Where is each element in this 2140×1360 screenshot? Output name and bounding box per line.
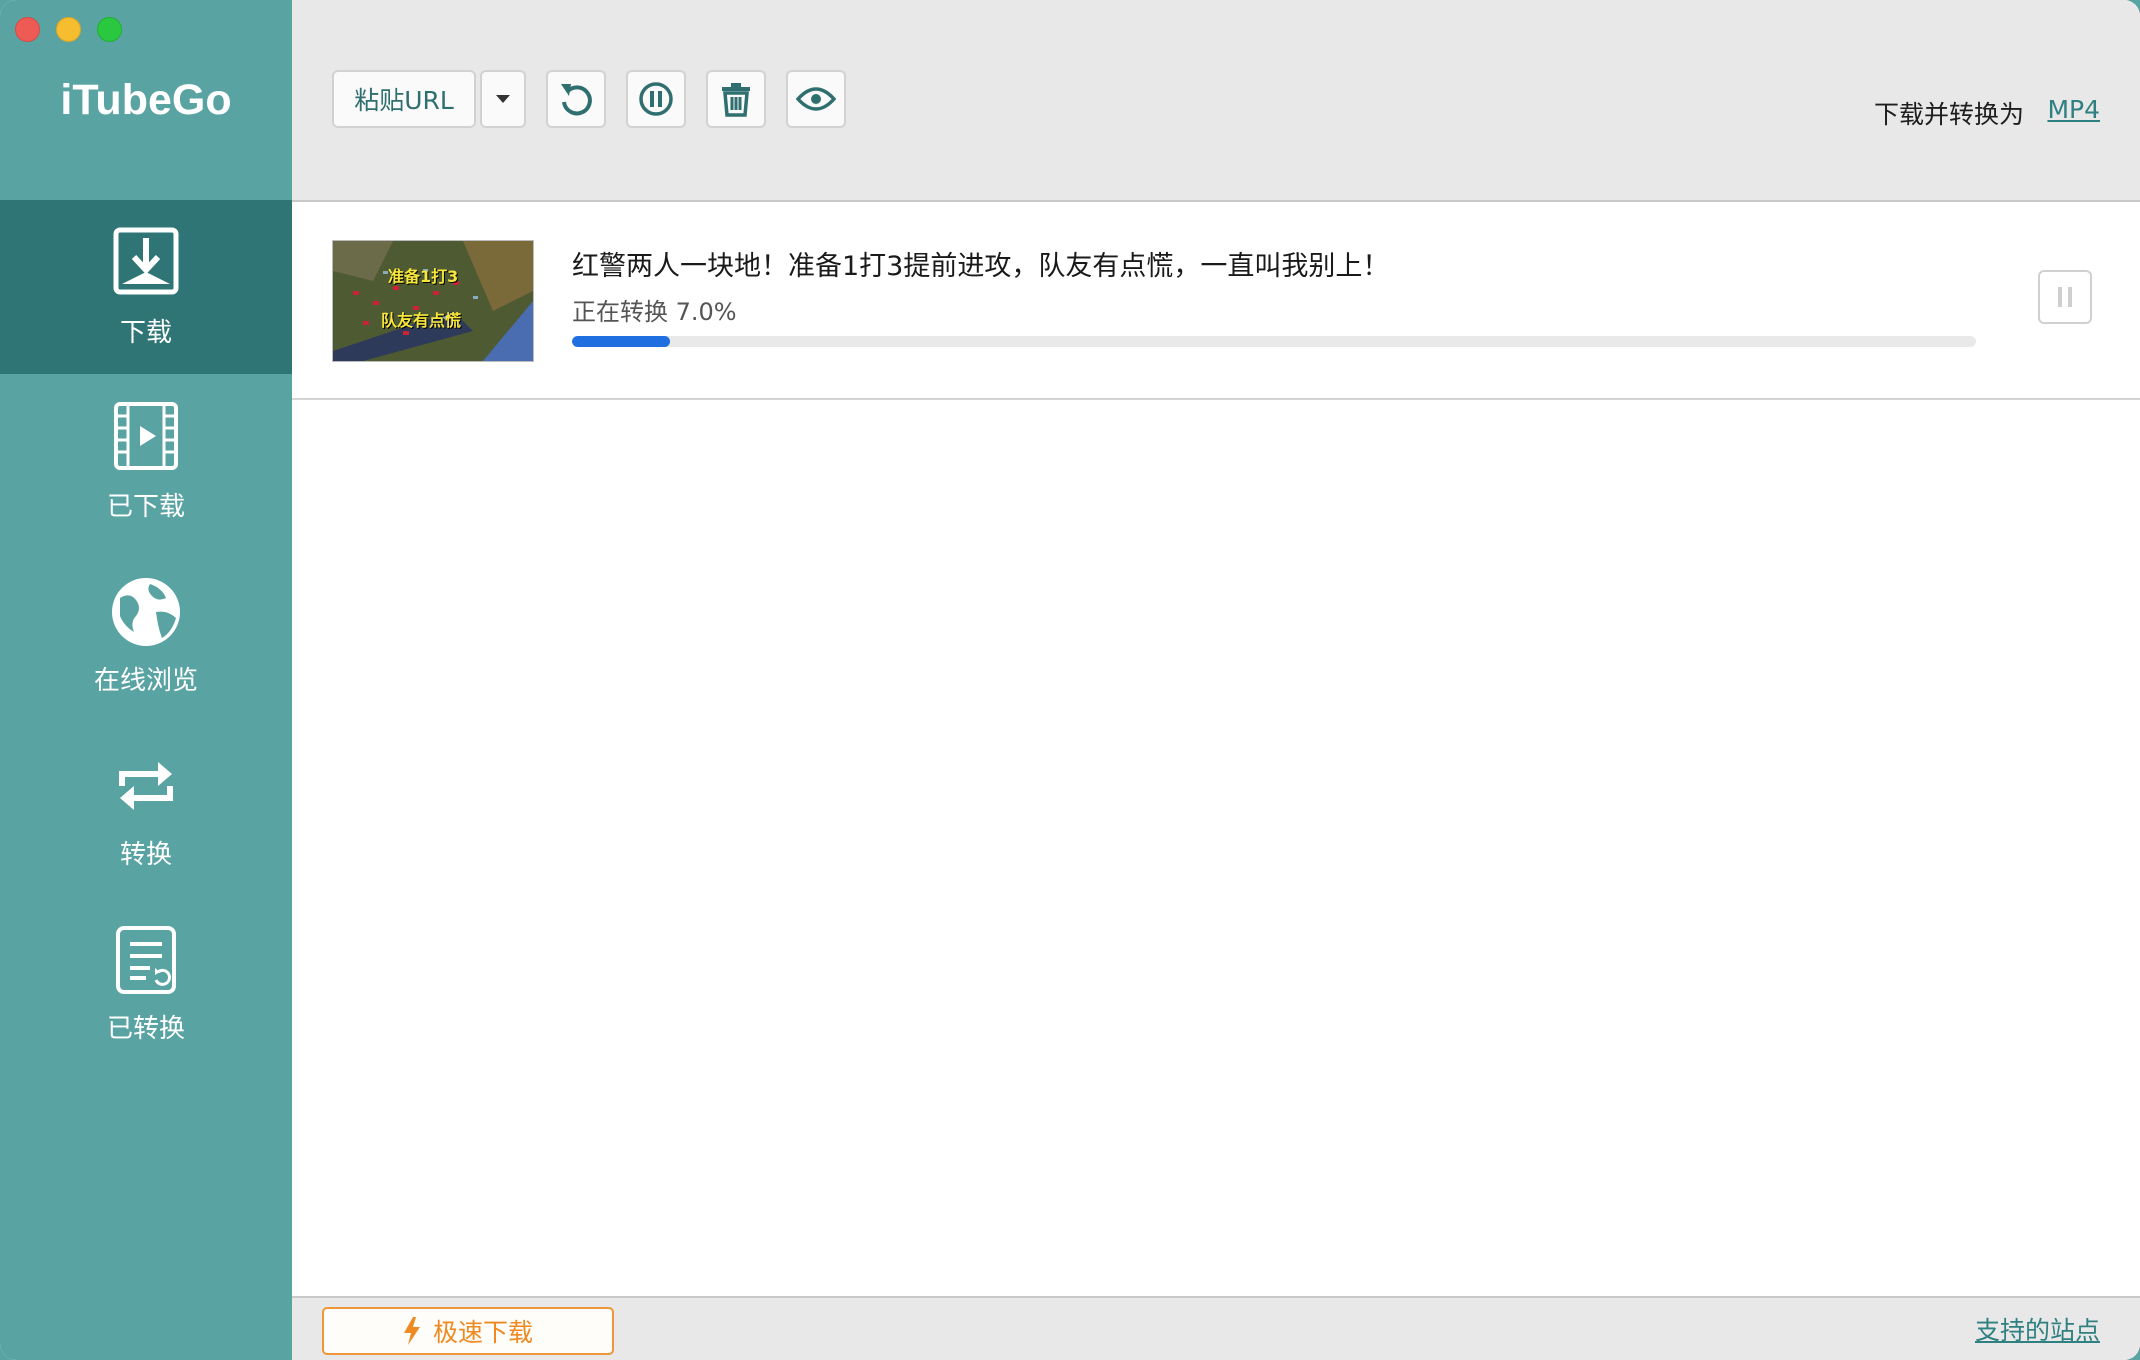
sidebar-item-label: 已转换: [106, 1014, 185, 1044]
progress-fill: [572, 336, 671, 347]
supported-sites-link[interactable]: 支持的站点: [1975, 1311, 2100, 1347]
video-file-icon: [114, 402, 178, 470]
sidebar-item-downloaded[interactable]: 已下载: [0, 374, 292, 548]
sidebar: iTubeGo 下载 已下载 在线浏览 转换 已转换: [0, 0, 292, 1360]
download-icon: [113, 227, 179, 295]
download-title: 红警两人一块地！准备1打3提前进攻，队友有点慌，一直叫我别上！: [572, 251, 1390, 282]
sidebar-item-label: 转换: [119, 840, 172, 870]
close-window-button[interactable]: [15, 17, 40, 42]
delete-button[interactable]: [706, 70, 766, 128]
eye-icon: [796, 87, 836, 111]
download-list: 准备1打3 队友有点慌 红警两人一块地！准备1打3提前进攻，队友有点慌，一直叫我…: [292, 202, 2140, 1296]
format-select-link[interactable]: MP4: [2047, 95, 2100, 124]
sidebar-item-convert[interactable]: 转换: [0, 722, 292, 896]
trash-icon: [722, 83, 750, 117]
minimize-window-button[interactable]: [56, 17, 81, 42]
row-pause-button[interactable]: [2038, 270, 2092, 324]
thumbnail-caption-2: 队友有点慌: [381, 311, 462, 330]
footer-bar: 极速下载 支持的站点: [292, 1296, 2140, 1360]
download-status: 正在转换 7.0%: [572, 298, 737, 326]
progress-bar: [572, 336, 1976, 347]
download-row[interactable]: 准备1打3 队友有点慌 红警两人一块地！准备1打3提前进攻，队友有点慌，一直叫我…: [292, 202, 2140, 400]
format-label: 下载并转换为: [1873, 100, 2024, 129]
preview-button[interactable]: [786, 70, 846, 128]
globe-icon: [112, 578, 180, 646]
sidebar-item-label: 在线浏览: [93, 666, 198, 696]
lightning-icon: [403, 1317, 420, 1345]
sidebar-item-label: 下载: [119, 318, 172, 348]
refresh-button[interactable]: [546, 70, 606, 128]
paste-url-dropdown-button[interactable]: [480, 70, 526, 128]
chevron-down-icon: [496, 95, 510, 103]
pause-all-icon: [639, 82, 673, 116]
sidebar-item-browse[interactable]: 在线浏览: [0, 548, 292, 722]
converted-list-icon: [116, 926, 176, 994]
app-logo: iTubeGo: [60, 76, 232, 124]
toolbar: 粘贴URL 下载并转换为 MP4: [292, 0, 2140, 202]
pause-all-button[interactable]: [626, 70, 686, 128]
video-thumbnail: 准备1打3 队友有点慌: [332, 240, 534, 362]
thumbnail-caption-1: 准备1打3: [388, 267, 459, 286]
turbo-download-button[interactable]: 极速下载: [322, 1307, 614, 1355]
maximize-window-button[interactable]: [97, 17, 122, 42]
sidebar-item-download[interactable]: 下载: [0, 200, 292, 374]
refresh-icon: [561, 84, 592, 116]
convert-icon: [119, 762, 173, 810]
sidebar-item-label: 已下载: [106, 492, 185, 522]
app-window: iTubeGo 下载 已下载 在线浏览 转换 已转换 粘贴URL 下载并转换为 …: [0, 0, 2140, 1360]
turbo-download-label: 极速下载: [432, 1318, 533, 1347]
pause-icon: [2058, 287, 2072, 307]
sidebar-item-converted[interactable]: 已转换: [0, 896, 292, 1070]
paste-url-button[interactable]: 粘贴URL: [332, 70, 476, 128]
